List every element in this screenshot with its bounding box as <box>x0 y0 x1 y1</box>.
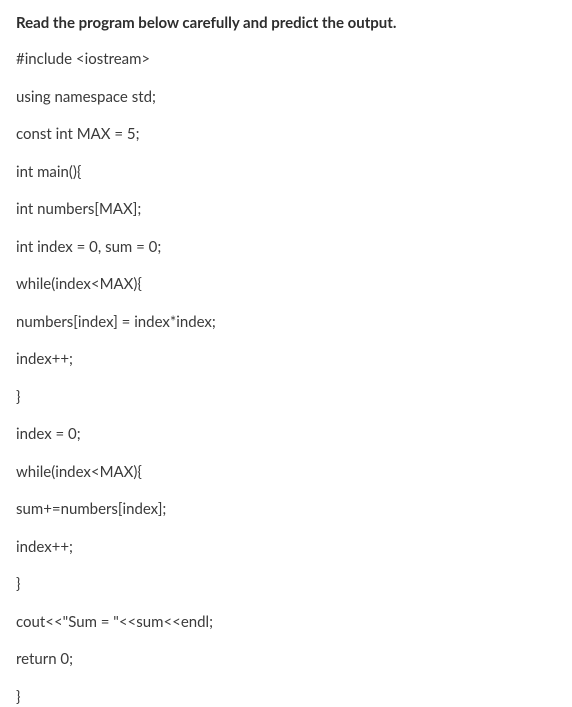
code-line-while1: while(index<MAX){ <box>16 275 556 295</box>
code-line-inc1: index++; <box>16 350 556 370</box>
code-line-while2: while(index<MAX){ <box>16 463 556 483</box>
code-line-include: #include <iostream> <box>16 50 556 70</box>
code-line-close1: } <box>16 388 556 408</box>
code-line-close2: } <box>16 575 556 595</box>
code-line-main: int main(){ <box>16 163 556 183</box>
code-line-return: return 0; <box>16 650 556 670</box>
code-line-array-decl: int numbers[MAX]; <box>16 200 556 220</box>
code-line-sum: sum+=numbers[index]; <box>16 500 556 520</box>
question-title: Read the program below carefully and pre… <box>16 14 556 32</box>
code-line-inc2: index++; <box>16 538 556 558</box>
code-line-const: const int MAX = 5; <box>16 125 556 145</box>
code-line-assign: numbers[index] = index*index; <box>16 313 556 333</box>
code-line-cout: cout<<"Sum = "<<sum<<endl; <box>16 613 556 633</box>
code-line-reset: index = 0; <box>16 425 556 445</box>
code-line-var-decl: int index = 0, sum = 0; <box>16 238 556 258</box>
code-line-namespace: using namespace std; <box>16 88 556 108</box>
code-line-close3: } <box>16 688 556 707</box>
